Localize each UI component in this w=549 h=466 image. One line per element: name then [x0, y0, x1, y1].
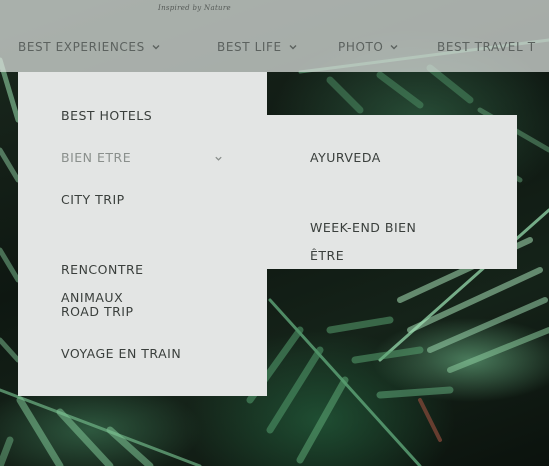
chevron-down-icon [390, 45, 398, 50]
menu-item-label: VOYAGE EN TRAIN [61, 346, 182, 361]
submenu-item-label: WEEK-END BIEN ÊTRE [310, 220, 417, 263]
nav-item-label: BEST LIFE [217, 40, 282, 54]
chevron-down-icon [152, 45, 160, 50]
menu-item-best-hotels[interactable]: BEST HOTELS [61, 102, 152, 130]
nav-item-photo[interactable]: PHOTO [338, 40, 437, 54]
nav-item-label: PHOTO [338, 40, 384, 54]
site-tagline: Inspired by Nature [158, 4, 231, 12]
nav-item-best-life[interactable]: BEST LIFE [217, 40, 338, 54]
menu-item-city-trip[interactable]: CITY TRIP [61, 186, 125, 214]
nav-item-label: BEST EXPERIENCES [18, 40, 145, 54]
menu-item-road-trip[interactable]: ROAD TRIP [61, 298, 134, 326]
menu-item-label: ROAD TRIP [61, 304, 134, 319]
nav-item-label: BEST TRAVEL T [437, 40, 536, 54]
dropdown-menu-best-experiences: BEST HOTELS BIEN ETRE CITY TRIP RENCONTR… [18, 72, 267, 396]
submenu-bien-etre: AYURVEDA WEEK-END BIEN ÊTRE [267, 115, 517, 269]
menu-item-label: CITY TRIP [61, 192, 125, 207]
main-nav: BEST EXPERIENCES BEST LIFE PHOTO BEST TR… [18, 38, 536, 56]
submenu-item-week-end-bien-etre[interactable]: WEEK-END BIEN ÊTRE [310, 186, 416, 270]
submenu-item-label: AYURVEDA [310, 150, 381, 165]
chevron-down-icon [289, 45, 297, 50]
nav-item-best-travel[interactable]: BEST TRAVEL T [437, 40, 536, 54]
menu-item-label: BEST HOTELS [61, 108, 153, 123]
menu-item-label: BIEN ETRE [61, 150, 132, 165]
nav-item-best-experiences[interactable]: BEST EXPERIENCES [18, 40, 217, 54]
menu-item-bien-etre[interactable]: BIEN ETRE [61, 144, 231, 172]
header-bar: Inspired by Nature BEST EXPERIENCES BEST… [0, 0, 549, 72]
submenu-item-ayurveda[interactable]: AYURVEDA [310, 144, 381, 172]
menu-item-voyage-en-train[interactable]: VOYAGE EN TRAIN [61, 340, 181, 368]
chevron-down-icon [215, 156, 222, 161]
